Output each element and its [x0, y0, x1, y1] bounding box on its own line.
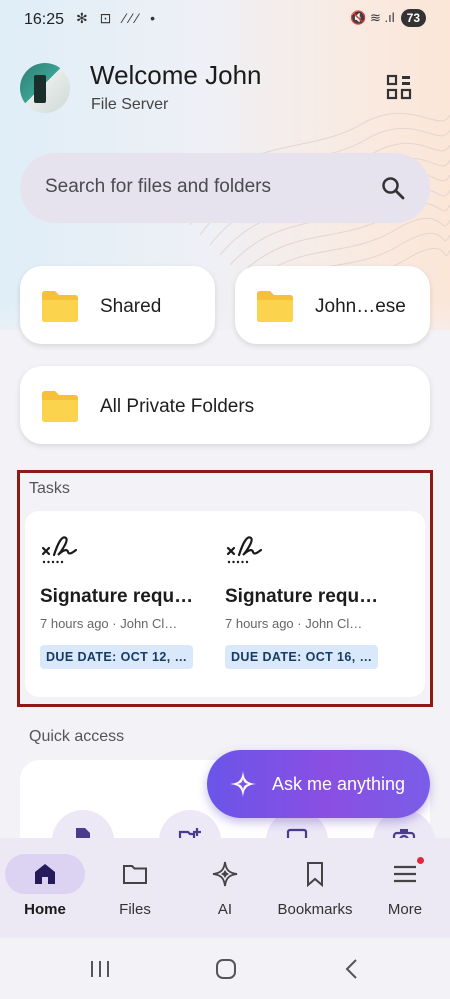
- folder-card-all-private[interactable]: All Private Folders: [20, 366, 430, 444]
- bookmark-icon: [307, 862, 323, 887]
- task-title: Signature requ…: [225, 586, 379, 607]
- task-card[interactable]: Signature requ… 7 hours ago · John Cl… D…: [225, 511, 395, 697]
- folder-label: Shared: [100, 296, 162, 317]
- home-icon: [35, 864, 55, 884]
- status-right-icons: 🔇 ≋ .ıl 73: [350, 9, 426, 27]
- sparkle-icon: [230, 771, 256, 797]
- nav-item-more[interactable]: More: [360, 838, 450, 938]
- folder-label: John…ese: [315, 296, 406, 317]
- system-navigation-bar: [0, 938, 450, 999]
- ask-me-anything-button[interactable]: Ask me anything: [207, 750, 430, 818]
- tasks-panel: Signature requ… 7 hours ago · John Cl… D…: [25, 511, 425, 697]
- folder-icon: [42, 291, 78, 322]
- status-time: 16:25: [24, 11, 65, 28]
- back-icon[interactable]: [340, 958, 364, 980]
- menu-icon: [394, 865, 416, 883]
- home-system-icon[interactable]: [214, 958, 238, 980]
- server-subtitle: File Server: [91, 96, 169, 113]
- signature-icon: [226, 536, 263, 564]
- notification-badge: [417, 857, 424, 864]
- folder-label: All Private Folders: [100, 396, 255, 417]
- due-date-badge: DUE DATE: OCT 16, …: [225, 645, 379, 669]
- avatar[interactable]: [20, 63, 70, 113]
- nav-label: Home: [24, 901, 66, 918]
- recent-apps-icon[interactable]: [88, 958, 112, 980]
- status-bar: 16:25 ✻ ⊡ ⁄⁄⁄ • 🔇 ≋ .ıl 73: [0, 0, 450, 40]
- sparkle-icon: [212, 861, 238, 887]
- qr-code-icon[interactable]: [386, 74, 412, 100]
- folder-icon: [257, 291, 293, 322]
- bottom-navigation: Home Files AI Bookmarks More: [0, 838, 450, 938]
- nav-label: AI: [217, 901, 233, 918]
- task-card[interactable]: Signature requ… 7 hours ago · John Cl… D…: [40, 511, 210, 697]
- search-input[interactable]: [45, 176, 365, 198]
- folder-icon: [123, 865, 147, 884]
- nav-item-home[interactable]: Home: [0, 838, 90, 938]
- ask-label: Ask me anything: [272, 774, 406, 794]
- nav-label: Bookmarks: [277, 901, 353, 918]
- task-meta: 7 hours ago · John Cl…: [40, 616, 178, 631]
- search-icon[interactable]: [380, 175, 406, 201]
- task-title: Signature requ…: [40, 586, 194, 607]
- due-date-badge: DUE DATE: OCT 12, …: [40, 645, 194, 669]
- folder-card-shared[interactable]: Shared: [20, 266, 215, 344]
- nav-label: Files: [119, 901, 151, 918]
- status-system-icons: 🔇 ≋ .ıl: [350, 10, 395, 25]
- nav-item-files[interactable]: Files: [90, 838, 180, 938]
- nav-label: More: [387, 901, 423, 918]
- task-meta: 7 hours ago · John Cl…: [225, 616, 363, 631]
- folder-icon: [42, 391, 78, 422]
- quick-access-title: Quick access: [29, 728, 125, 745]
- signature-icon: [41, 536, 78, 564]
- nav-item-ai[interactable]: AI: [180, 838, 270, 938]
- status-notification-icons: ✻ ⊡ ⁄⁄⁄ •: [76, 10, 160, 26]
- nav-item-bookmarks[interactable]: Bookmarks: [270, 838, 360, 938]
- tasks-section-title: Tasks: [29, 480, 70, 497]
- folder-card-john[interactable]: John…ese: [235, 266, 430, 344]
- welcome-title: Welcome John: [90, 60, 262, 90]
- search-bar[interactable]: [20, 153, 430, 223]
- battery-indicator: 73: [400, 9, 426, 27]
